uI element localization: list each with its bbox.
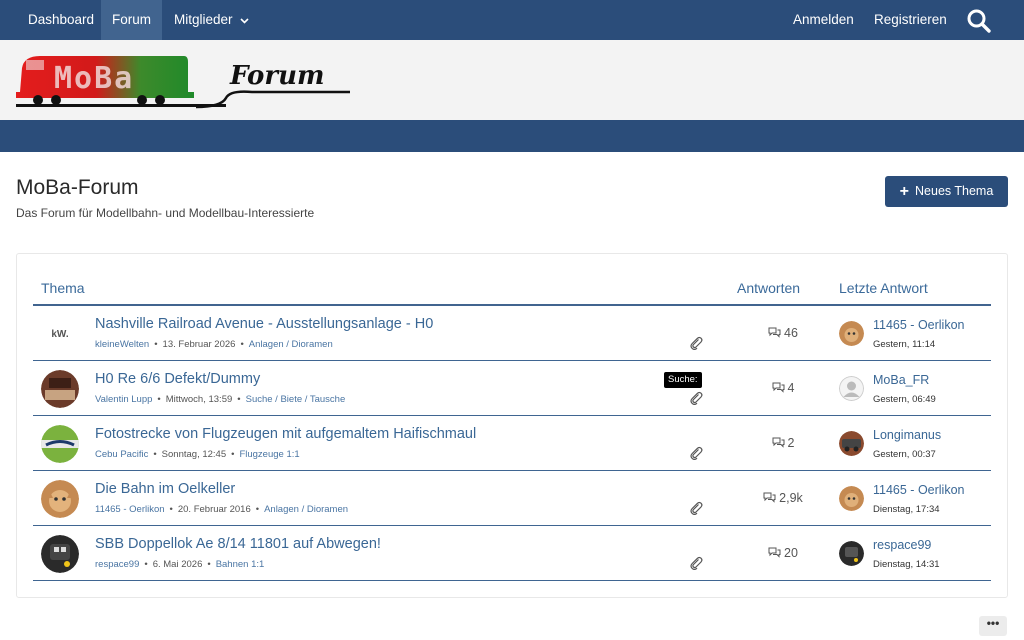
- reply-count-value: 20: [784, 546, 798, 560]
- logo-band: MoBa Forum: [0, 40, 1024, 120]
- search-icon[interactable]: [966, 8, 992, 34]
- author-avatar[interactable]: kW.: [41, 315, 79, 353]
- thread-category[interactable]: Suche / Biete / Tausche: [246, 394, 346, 405]
- nav-forum[interactable]: Forum: [101, 0, 162, 40]
- table-row: H0 Re 6/6 Defekt/Dummy Valentin Lupp • Mit…: [33, 361, 991, 416]
- page-title: MoBa-Forum: [16, 176, 139, 199]
- thread-category[interactable]: Flugzeuge 1:1: [239, 449, 299, 460]
- last-post-date[interactable]: Gestern, 06:49: [873, 394, 936, 405]
- thread-title[interactable]: Nashville Railroad Avenue - Ausstellungs…: [95, 316, 433, 332]
- thread-date: 6. Mai 2026: [152, 559, 203, 570]
- thread-title[interactable]: Fotostrecke von Flugzeugen mit aufgemalt…: [95, 426, 476, 442]
- table-row: kW. Nashville Railroad Avenue - Ausstell…: [33, 306, 991, 361]
- page-subtitle: Das Forum für Modellbahn- und Modellbau-…: [16, 206, 315, 220]
- comments-icon: [763, 492, 776, 503]
- secondary-nav-bar: [0, 120, 1024, 152]
- nav-login[interactable]: Anmelden: [793, 0, 854, 40]
- last-poster-avatar[interactable]: [839, 321, 864, 346]
- column-header-antworten[interactable]: Antworten: [737, 280, 800, 296]
- author-avatar[interactable]: [41, 425, 79, 463]
- paperclip-icon: [690, 556, 703, 570]
- author-avatar[interactable]: [41, 370, 79, 408]
- last-poster-avatar[interactable]: [839, 431, 864, 456]
- reply-count-value: 2,9k: [779, 491, 803, 505]
- nav-members-label: Mitglieder: [174, 12, 233, 27]
- thread-meta: 11465 - Oerlikon • 20. Februar 2016 • Anlage…: [95, 504, 349, 515]
- thread-author[interactable]: respace99: [95, 559, 139, 570]
- new-thread-label: Neues Thema: [915, 184, 994, 198]
- thread-author[interactable]: kleineWelten: [95, 339, 149, 350]
- paperclip-icon: [690, 391, 703, 405]
- paperclip-icon: [690, 446, 703, 460]
- last-post-date[interactable]: Gestern, 11:14: [873, 339, 935, 350]
- last-poster-name[interactable]: 11465 - Oerlikon: [873, 483, 965, 497]
- reply-count: 46: [733, 326, 833, 340]
- thread-title[interactable]: Die Bahn im Oelkeller: [95, 481, 235, 497]
- table-row: SBB Doppellok Ae 8/14 11801 auf Abwegen!…: [33, 526, 991, 581]
- author-avatar[interactable]: [41, 535, 79, 573]
- reply-count: 20: [733, 546, 833, 560]
- last-post-date[interactable]: Dienstag, 17:34: [873, 504, 940, 515]
- table-row: Fotostrecke von Flugzeugen mit aufgemalt…: [33, 416, 991, 471]
- nav-members[interactable]: Mitglieder: [174, 0, 249, 40]
- thread-author[interactable]: Cebu Pacific: [95, 449, 148, 460]
- paperclip-icon: [690, 336, 703, 350]
- avatar-initials: kW.: [51, 328, 69, 340]
- thread-title[interactable]: H0 Re 6/6 Defekt/Dummy: [95, 371, 260, 387]
- last-poster-name[interactable]: respace99: [873, 538, 931, 552]
- table-row: Die Bahn im Oelkeller 11465 - Oerlikon • 2…: [33, 471, 991, 526]
- last-poster-avatar[interactable]: [839, 376, 864, 401]
- reply-count-value: 2: [787, 436, 795, 450]
- thread-author[interactable]: 11465 - Oerlikon: [95, 504, 165, 515]
- plus-icon: +: [899, 183, 910, 200]
- comments-icon: [772, 382, 785, 393]
- moba-forum-logo[interactable]: MoBa Forum: [16, 52, 352, 110]
- thread-meta: respace99 • 6. Mai 2026 • Bahnen 1:1: [95, 559, 265, 570]
- column-header-thema[interactable]: Thema: [41, 280, 85, 296]
- reply-count: 4: [733, 381, 833, 395]
- search-tooltip: Suche:: [664, 372, 702, 388]
- nav-register[interactable]: Registrieren: [874, 0, 947, 40]
- last-poster-avatar[interactable]: [839, 486, 864, 511]
- thread-date: 20. Februar 2016: [177, 504, 251, 515]
- comments-icon: [768, 327, 781, 338]
- comments-icon: [772, 437, 785, 448]
- thread-date: 13. Februar 2026: [162, 339, 236, 350]
- thread-meta: Cebu Pacific • Sonntag, 12:45 • Flugzeuge 1:…: [95, 449, 300, 460]
- last-poster-name[interactable]: Longimanus: [873, 428, 941, 442]
- reply-count: 2,9k: [733, 491, 833, 505]
- thread-category[interactable]: Anlagen / Dioramen: [264, 504, 348, 515]
- comments-icon: [768, 547, 781, 558]
- last-poster-avatar[interactable]: [839, 541, 864, 566]
- last-post-date[interactable]: Dienstag, 14:31: [873, 559, 940, 570]
- last-post-date[interactable]: Gestern, 00:37: [873, 449, 936, 460]
- last-poster-name[interactable]: 11465 - Oerlikon: [873, 318, 965, 332]
- reply-count-value: 46: [784, 326, 798, 340]
- column-header-letzte-antwort[interactable]: Letzte Antwort: [839, 280, 928, 296]
- thread-title[interactable]: SBB Doppellok Ae 8/14 11801 auf Abwegen!: [95, 536, 381, 552]
- chevron-down-icon: [240, 18, 249, 24]
- thread-meta: Valentin Lupp • Mittwoch, 13:59 • Suche / Bi…: [95, 394, 346, 405]
- reply-count-value: 4: [787, 381, 795, 395]
- thread-meta: kleineWelten • 13. Februar 2026 • Anlagen / …: [95, 339, 333, 350]
- nav-dashboard[interactable]: Dashboard: [16, 0, 106, 40]
- thread-date: Sonntag, 12:45: [161, 449, 227, 460]
- top-navigation: Dashboard Forum Mitglieder Anmelden Regi…: [0, 0, 1024, 40]
- thread-author[interactable]: Valentin Lupp: [95, 394, 152, 405]
- more-options-button[interactable]: •••: [979, 616, 1007, 636]
- paperclip-icon: [690, 501, 703, 515]
- new-thread-button[interactable]: + Neues Thema: [885, 176, 1008, 207]
- thread-date: Mittwoch, 13:59: [165, 394, 233, 405]
- reply-count: 2: [733, 436, 833, 450]
- thread-category[interactable]: Bahnen 1:1: [216, 559, 265, 570]
- logo-moba-text: MoBa: [54, 61, 134, 96]
- thread-category[interactable]: Anlagen / Dioramen: [249, 339, 333, 350]
- author-avatar[interactable]: [41, 480, 79, 518]
- logo-forum-text: Forum: [229, 61, 325, 91]
- last-poster-name[interactable]: MoBa_FR: [873, 373, 929, 387]
